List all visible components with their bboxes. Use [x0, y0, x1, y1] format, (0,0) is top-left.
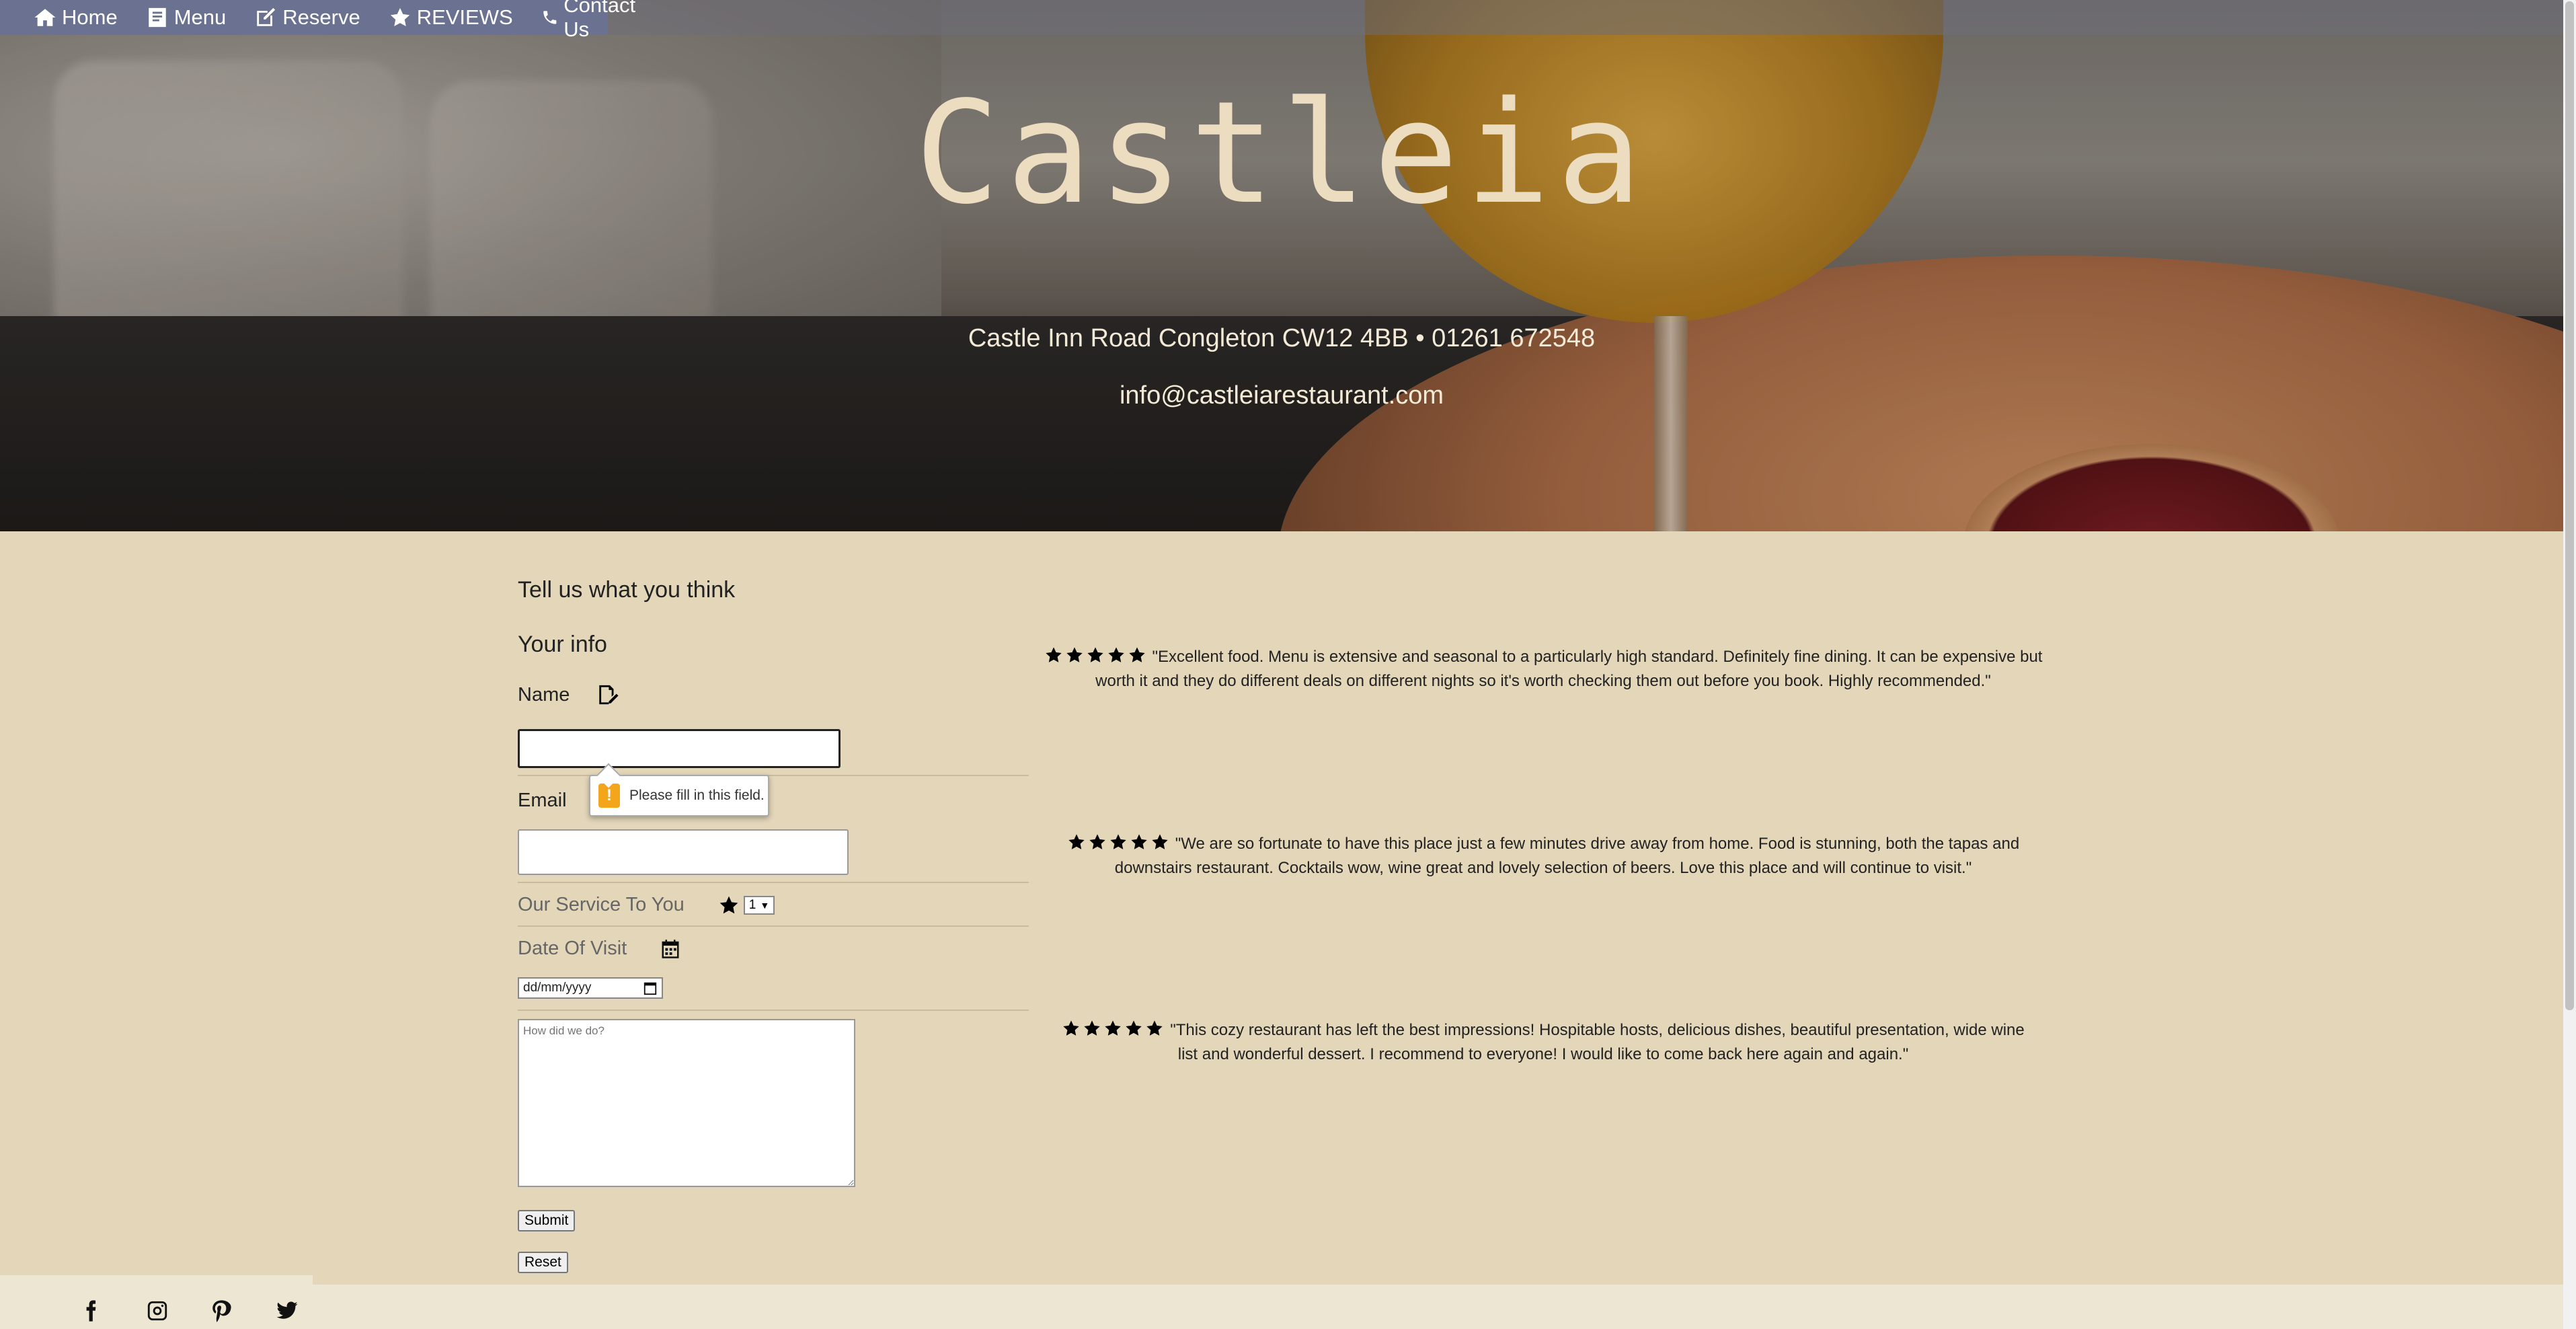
star-icon [1045, 647, 1062, 662]
restaurant-email[interactable]: info@castleiarestaurant.com [0, 381, 2563, 410]
review-text: "Excellent food. Menu is extensive and s… [1095, 648, 2043, 690]
star-icon [1066, 647, 1083, 662]
footer [0, 1285, 2563, 1329]
comment-textarea[interactable] [518, 1019, 855, 1187]
edit-icon [257, 7, 276, 26]
star-icon [1128, 647, 1145, 662]
phone-icon [543, 11, 557, 24]
form-title: Tell us what you think [518, 577, 736, 603]
top-navbar: Home Menu Reserve REVIEWS Contact Us [0, 0, 2563, 41]
nav-reserve[interactable]: Reserve [254, 5, 360, 30]
date-input[interactable]: dd/mm/yyyy [518, 977, 663, 999]
star-icon [719, 896, 738, 913]
facebook-icon [86, 1300, 96, 1322]
service-label: Our Service To You [518, 894, 685, 915]
page-scrollbar[interactable] [2563, 0, 2576, 1329]
star-icon [1068, 834, 1085, 849]
nav-reviews[interactable]: REVIEWS [389, 5, 513, 30]
menu-book-icon [148, 7, 166, 28]
star-icon [1107, 647, 1124, 662]
rating-stars [1062, 1019, 1166, 1044]
service-row: Our Service To You 1 ▼ [518, 894, 1029, 916]
email-input[interactable] [518, 829, 849, 875]
star-icon [1126, 1020, 1142, 1036]
star-icon [1152, 834, 1168, 849]
star-icon [1089, 834, 1105, 849]
name-label: Name [518, 683, 570, 706]
restaurant-address: Castle Inn Road Congleton CW12 4BB • 012… [968, 324, 1596, 352]
nav-contact[interactable]: Contact Us [541, 0, 641, 42]
star-icon [1087, 647, 1103, 662]
submit-button[interactable]: Submit [518, 1210, 576, 1231]
twitter-icon [276, 1301, 298, 1319]
signature-icon [599, 685, 619, 705]
form-section-title: Your info [518, 632, 607, 657]
home-icon [34, 9, 56, 26]
nav-menu[interactable]: Menu [146, 5, 226, 30]
chevron-down-icon: ▼ [760, 899, 770, 911]
nav-home[interactable]: Home [34, 5, 118, 30]
star-icon [1063, 1020, 1079, 1036]
star-icon [1146, 1020, 1163, 1036]
pinterest-icon [212, 1300, 231, 1322]
review-item: "Excellent food. Menu is extensive and s… [1039, 646, 2047, 692]
validation-message: Please fill in this field. [629, 788, 765, 803]
email-label: Email [518, 790, 567, 811]
instagram-link[interactable] [146, 1299, 169, 1322]
service-rating-select[interactable]: 1 ▼ [743, 895, 775, 915]
star-icon [1110, 834, 1126, 849]
facebook-link[interactable] [79, 1299, 102, 1322]
date-row: Date Of Visit [518, 938, 1029, 960]
star-icon [1105, 1020, 1121, 1036]
rating-stars [1044, 646, 1148, 671]
pinterest-link[interactable] [210, 1299, 233, 1322]
twitter-link[interactable] [276, 1299, 299, 1322]
feedback-form: Tell us what you think Your info Name Em… [518, 577, 1029, 1273]
brand-title: Castleia [914, 71, 1649, 235]
scrollbar-thumb[interactable] [2565, 1, 2574, 1010]
calendar-icon[interactable] [643, 981, 658, 995]
warning-icon: ! [598, 784, 620, 808]
review-item: "We are so fortunate to have this place … [1032, 833, 2054, 879]
instagram-icon [147, 1301, 167, 1321]
star-icon [1084, 1020, 1100, 1036]
star-icon [1131, 834, 1147, 849]
review-item: "This cozy restaurant has left the best … [1056, 1019, 2031, 1065]
reset-button[interactable]: Reset [518, 1252, 568, 1273]
main-nav: Home Menu Reserve REVIEWS Contact Us [0, 0, 635, 41]
name-input[interactable] [518, 729, 841, 768]
review-text: "We are so fortunate to have this place … [1114, 835, 2020, 877]
rating-stars [1067, 833, 1171, 858]
date-label: Date Of Visit [518, 938, 627, 959]
validation-tooltip: ! Please fill in this field. [589, 775, 769, 817]
review-text: "This cozy restaurant has left the best … [1170, 1021, 2025, 1063]
calendar-icon [662, 939, 679, 958]
star-icon [390, 7, 409, 27]
name-label-row: Name [518, 683, 1029, 706]
